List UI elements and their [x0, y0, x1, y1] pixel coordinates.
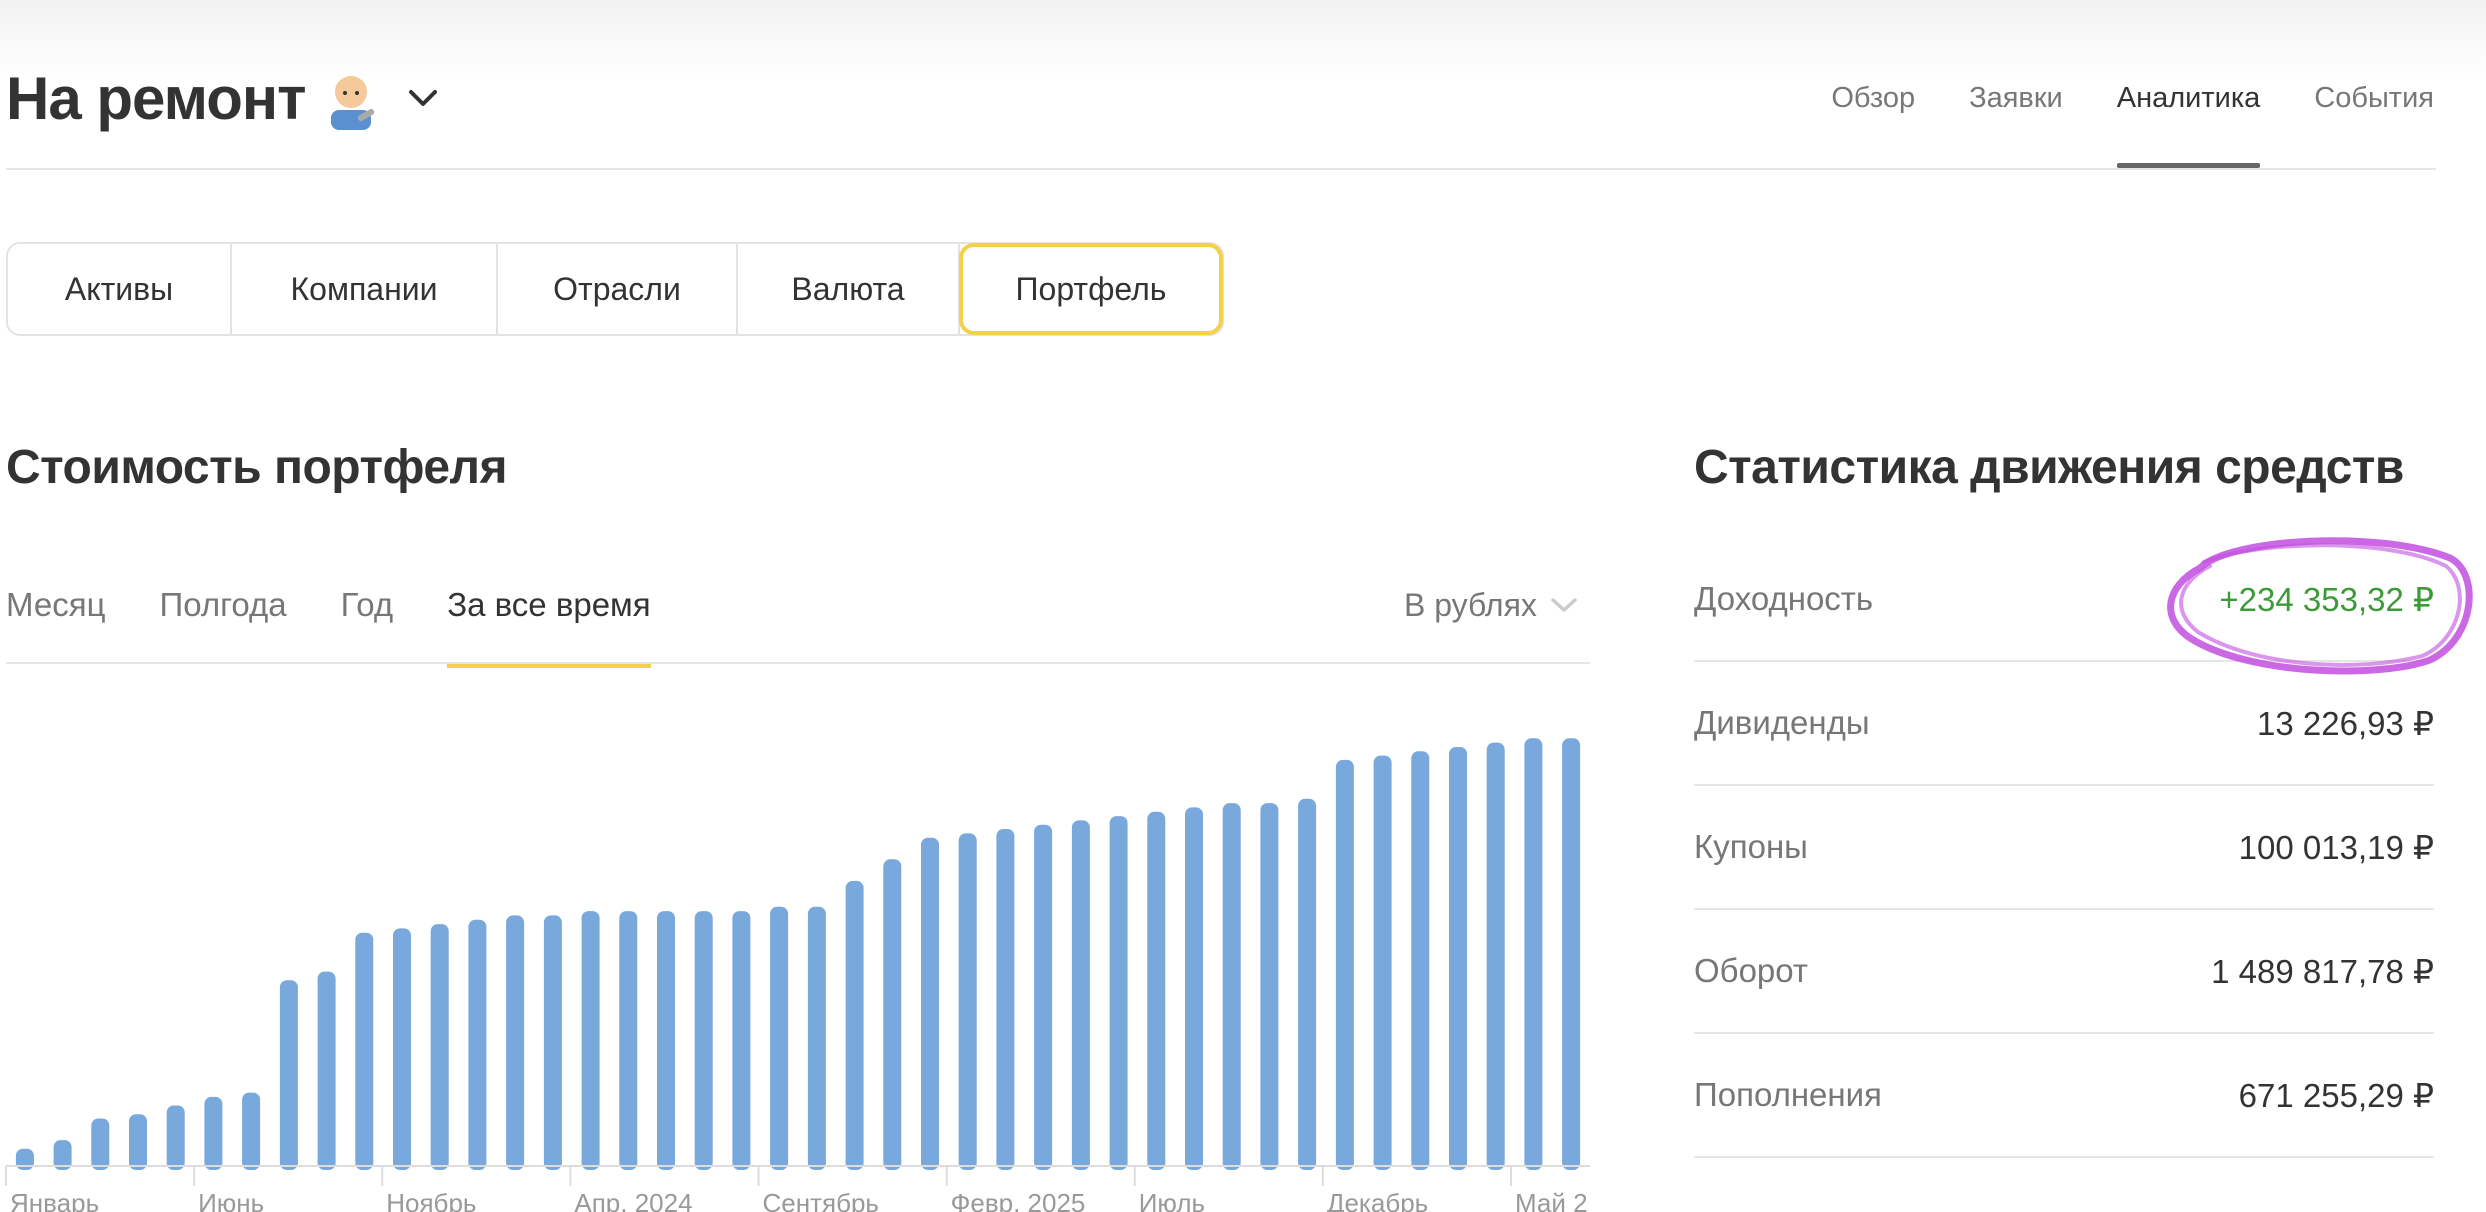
- stat-label: Купоны: [1694, 828, 1808, 865]
- analytics-segments: Активы Компании Отрасли Валюта Портфель: [6, 242, 1224, 336]
- x-tick-label: Декабрь: [1327, 1188, 1428, 1212]
- tab-half-year[interactable]: Полгода: [159, 570, 286, 666]
- chart-bar[interactable]: [393, 928, 411, 1170]
- chart-bar[interactable]: [317, 971, 336, 1170]
- x-tick-label: Сентябрь: [762, 1188, 878, 1212]
- header-divider: [6, 168, 2436, 170]
- chart-bar[interactable]: [581, 911, 600, 1170]
- tab-year[interactable]: Год: [341, 570, 394, 666]
- x-tick-label: Июнь: [198, 1188, 264, 1212]
- chart-bar[interactable]: [921, 837, 939, 1170]
- chart-bar[interactable]: [1071, 820, 1090, 1170]
- chart-bar[interactable]: [1298, 798, 1317, 1170]
- chart-bar[interactable]: [1486, 742, 1505, 1170]
- chart-bar[interactable]: [1449, 747, 1467, 1170]
- x-tick-label: Февр. 2025: [951, 1188, 1086, 1212]
- chart-bar[interactable]: [1185, 807, 1203, 1170]
- chart-bar[interactable]: [807, 906, 826, 1170]
- stat-value-coupons: 100 013,19 ₽: [2238, 828, 2434, 866]
- mechanic-icon: [331, 76, 375, 130]
- chart-bar[interactable]: [1335, 759, 1354, 1170]
- chart-bar[interactable]: [694, 911, 713, 1170]
- chart-bar[interactable]: [619, 911, 638, 1170]
- x-tick-label: Июль: [1139, 1188, 1205, 1212]
- x-tick-label: Апр. 2024: [574, 1188, 692, 1212]
- nav-events[interactable]: События: [2314, 58, 2434, 168]
- chart-bar[interactable]: [468, 919, 487, 1170]
- stats-section-title: Статистика движения средств: [1694, 441, 2404, 494]
- x-tick-label: Январь: [10, 1188, 99, 1212]
- chart-section-title: Стоимость портфеля: [6, 441, 508, 494]
- chevron-down-icon[interactable]: [405, 86, 441, 110]
- stat-label: Оборот: [1694, 952, 1809, 989]
- chart-bar[interactable]: [166, 1105, 185, 1171]
- stat-row-dividends: Дивиденды 13 226,93 ₽: [1694, 662, 2434, 786]
- portfolio-title[interactable]: На ремонт: [6, 58, 441, 138]
- x-tick-label: Май 2: [1515, 1188, 1588, 1212]
- chart-bar[interactable]: [770, 906, 789, 1170]
- chart-bar[interactable]: [129, 1114, 147, 1170]
- chart-bar[interactable]: [996, 829, 1015, 1170]
- portfolio-value-chart: Январь Июнь Ноябрь Апр. 2024 Сентябрь Февр. 2…: [5, 738, 1590, 1212]
- chart-bar[interactable]: [355, 932, 374, 1170]
- chart-bar[interactable]: [543, 915, 562, 1170]
- chart-bar[interactable]: [1222, 803, 1241, 1170]
- top-nav: Обзор Заявки Аналитика События: [1831, 58, 2434, 168]
- chart-bar[interactable]: [732, 911, 751, 1170]
- chevron-down-icon: [1551, 598, 1577, 612]
- chart-bar[interactable]: [506, 915, 525, 1170]
- chart-bar[interactable]: [1562, 738, 1581, 1170]
- currency-select-label: В рублях: [1404, 586, 1537, 623]
- segment-portfolio[interactable]: Портфель: [959, 243, 1223, 335]
- tab-month[interactable]: Месяц: [6, 570, 105, 666]
- chart-bar[interactable]: [1411, 751, 1430, 1170]
- chart-bar[interactable]: [242, 1092, 261, 1170]
- stat-value-turnover: 1 489 817,78 ₽: [2211, 952, 2434, 990]
- chart-bar[interactable]: [1373, 755, 1392, 1170]
- stat-row-deposits: Пополнения 671 255,29 ₽: [1694, 1034, 2434, 1158]
- segment-companies[interactable]: Компании: [232, 244, 498, 334]
- highlight-annotation: [2167, 537, 2473, 675]
- stat-label: Доходность: [1694, 580, 1874, 617]
- chart-bar[interactable]: [958, 833, 977, 1170]
- stat-value-dividends: 13 226,93 ₽: [2257, 704, 2434, 742]
- chart-bar[interactable]: [845, 880, 864, 1170]
- chart-bar[interactable]: [1109, 816, 1128, 1170]
- stat-row-coupons: Купоны 100 013,19 ₽: [1694, 786, 2434, 910]
- nav-overview[interactable]: Обзор: [1831, 58, 1915, 168]
- stat-value-deposits: 671 255,29 ₽: [2238, 1076, 2434, 1114]
- stat-label: Пополнения: [1694, 1076, 1882, 1113]
- chart-bar[interactable]: [1260, 803, 1279, 1170]
- chart-bar[interactable]: [1147, 811, 1166, 1170]
- chart-bar[interactable]: [91, 1118, 110, 1171]
- x-tick-label: Ноябрь: [386, 1188, 476, 1212]
- tab-all-time[interactable]: За все время: [447, 570, 652, 668]
- stat-label: Дивиденды: [1694, 704, 1870, 741]
- chart-bar[interactable]: [430, 924, 449, 1170]
- segment-currency[interactable]: Валюта: [738, 244, 960, 334]
- nav-analytics[interactable]: Аналитика: [2116, 58, 2260, 168]
- currency-select[interactable]: В рублях: [1404, 570, 1579, 640]
- nav-orders[interactable]: Заявки: [1969, 58, 2063, 168]
- stat-row-turnover: Оборот 1 489 817,78 ₽: [1694, 910, 2434, 1034]
- segment-assets[interactable]: Активы: [8, 244, 232, 334]
- segment-industries[interactable]: Отрасли: [498, 244, 738, 334]
- chart-bar[interactable]: [1034, 824, 1053, 1170]
- portfolio-name: На ремонт: [6, 64, 306, 132]
- chart-bar[interactable]: [657, 911, 675, 1170]
- period-tabs: Месяц Полгода Год За все время: [6, 570, 652, 668]
- chart-bar[interactable]: [279, 980, 298, 1170]
- chart-bar[interactable]: [204, 1096, 223, 1170]
- tabs-divider: [6, 662, 1590, 664]
- chart-bar[interactable]: [883, 859, 902, 1170]
- chart-bar[interactable]: [1524, 738, 1543, 1170]
